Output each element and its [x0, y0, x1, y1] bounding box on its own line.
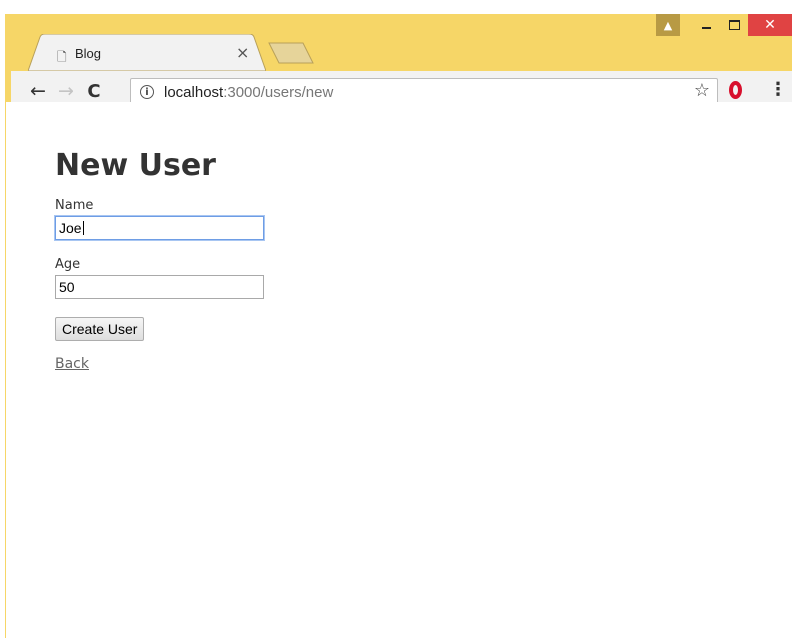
age-label: Age: [55, 257, 81, 272]
tab-blog[interactable]: 🗋 Blog ×: [28, 34, 266, 71]
url-path: :3000/users/new: [223, 84, 334, 101]
window-controls: ▲ ✕: [656, 14, 792, 36]
age-value: 50: [59, 279, 75, 295]
url-text: localhost:3000/users/new: [164, 84, 333, 101]
profile-icon[interactable]: ▲: [656, 14, 680, 36]
tab-title: Blog: [75, 46, 102, 61]
menu-icon[interactable]: ⋮: [769, 79, 787, 100]
back-button[interactable]: ←: [26, 79, 50, 103]
url-host: localhost: [164, 84, 224, 101]
text-caret: [82, 221, 84, 235]
minimize-button[interactable]: [692, 14, 720, 36]
opera-extension-icon[interactable]: [729, 81, 742, 99]
create-user-button[interactable]: Create User: [55, 317, 145, 341]
new-tab-button[interactable]: [267, 42, 317, 64]
minimize-icon: [701, 27, 711, 29]
bookmark-star-icon[interactable]: ☆: [694, 80, 710, 101]
maximize-button[interactable]: [720, 14, 748, 36]
name-field[interactable]: Joe: [55, 216, 264, 240]
forward-button[interactable]: →: [54, 79, 78, 103]
page-content: New User Name Joe Age 50 Create User Bac…: [6, 102, 792, 638]
name-label: Name: [55, 198, 94, 213]
info-icon[interactable]: i: [140, 85, 154, 99]
tab-close-icon[interactable]: ×: [236, 43, 249, 62]
page-icon: 🗋: [57, 50, 67, 64]
name-value: Joe: [59, 220, 82, 236]
reload-button[interactable]: C: [82, 79, 106, 103]
page-title: New User: [55, 148, 216, 183]
browser-window: ▲ ✕ 🗋 Blog × ← → C i localhost:3000/user…: [5, 14, 792, 638]
age-field[interactable]: 50: [55, 275, 264, 299]
maximize-icon: [728, 20, 740, 30]
close-window-button[interactable]: ✕: [748, 14, 792, 36]
back-link[interactable]: Back: [55, 356, 89, 372]
background-window-strip: [0, 0, 792, 14]
